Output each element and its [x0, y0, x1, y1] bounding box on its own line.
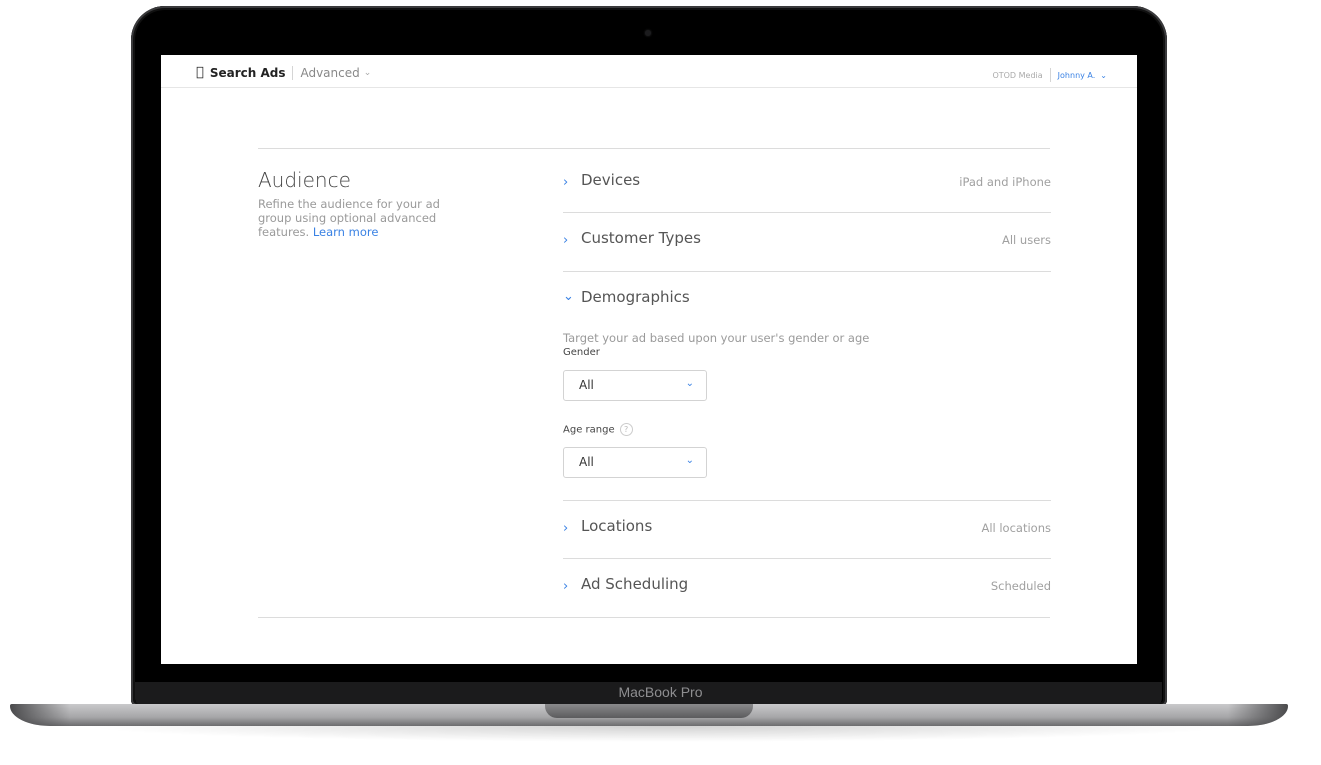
- section-label: Devices: [581, 171, 641, 189]
- section-devices[interactable]: › Devices iPad and iPhone: [563, 171, 1051, 201]
- section-demographics[interactable]: ⌄ Demographics: [563, 288, 1051, 318]
- chevron-right-icon: ›: [563, 175, 569, 190]
- section-value: All users: [1002, 233, 1051, 247]
- age-range-label: Age range?: [563, 423, 633, 436]
- chevron-down-icon: ⌄: [685, 378, 694, 389]
- laptop-notch: [545, 704, 753, 718]
- laptop-shadow: [80, 726, 1240, 742]
- section-label: Demographics: [581, 288, 690, 306]
- learn-more-link[interactable]: Learn more: [313, 225, 379, 239]
- demographics-hint: Target your ad based upon your user's ge…: [563, 331, 870, 345]
- age-range-value: All: [579, 455, 594, 469]
- gender-label: Gender: [563, 347, 600, 358]
- screen:  Search Ads Advanced ⌄ OTOD Media Johnn…: [161, 55, 1137, 664]
- brand-name[interactable]: Search Ads: [210, 66, 286, 80]
- base-left-shade: [10, 704, 70, 726]
- section-ad-scheduling[interactable]: › Ad Scheduling Scheduled: [563, 575, 1051, 605]
- top-divider: [258, 148, 1050, 149]
- brand:  Search Ads Advanced ⌄: [196, 65, 371, 80]
- section-title: Audience: [258, 168, 351, 192]
- divider: [563, 558, 1051, 559]
- section-label: Customer Types: [581, 229, 701, 247]
- device-label: MacBook Pro: [618, 684, 703, 700]
- divider: [563, 271, 1051, 272]
- divider: [292, 65, 294, 80]
- help-icon[interactable]: ?: [619, 423, 633, 436]
- chevron-right-icon: ›: [563, 579, 569, 594]
- section-value: iPad and iPhone: [959, 175, 1051, 189]
- bottom-divider: [258, 617, 1050, 618]
- chevron-down-icon[interactable]: ⌄: [364, 68, 372, 78]
- section-customer-types[interactable]: › Customer Types All users: [563, 229, 1051, 259]
- section-value: Scheduled: [990, 579, 1051, 593]
- account-menu: OTOD Media Johnny A. ⌄: [992, 68, 1107, 82]
- gender-value: All: [579, 378, 594, 392]
- chevron-down-icon: ⌄: [563, 289, 574, 304]
- user-menu[interactable]: Johnny A.: [1058, 71, 1096, 80]
- section-value: All locations: [981, 521, 1051, 535]
- apple-logo-icon: : [196, 65, 204, 80]
- divider: [1049, 68, 1051, 82]
- section-label: Locations: [581, 517, 653, 535]
- section-label: Ad Scheduling: [581, 575, 689, 593]
- chevron-down-icon[interactable]: ⌄: [1100, 71, 1107, 80]
- top-bar:  Search Ads Advanced ⌄ OTOD Media Johnn…: [161, 55, 1137, 88]
- chevron-right-icon: ›: [563, 233, 569, 248]
- section-description: Refine the audience for your ad group us…: [258, 197, 448, 239]
- age-range-select[interactable]: All ⌄: [563, 447, 707, 478]
- divider: [563, 500, 1051, 501]
- camera-icon: [645, 30, 651, 36]
- base-right-shade: [1228, 704, 1288, 726]
- chevron-right-icon: ›: [563, 521, 569, 536]
- chevron-down-icon: ⌄: [685, 455, 694, 466]
- age-range-text: Age range: [563, 424, 615, 436]
- section-locations[interactable]: › Locations All locations: [563, 517, 1051, 547]
- mode-switcher[interactable]: Advanced: [300, 66, 359, 80]
- org-name[interactable]: OTOD Media: [992, 71, 1042, 80]
- gender-select[interactable]: All ⌄: [563, 370, 707, 401]
- divider: [563, 212, 1051, 213]
